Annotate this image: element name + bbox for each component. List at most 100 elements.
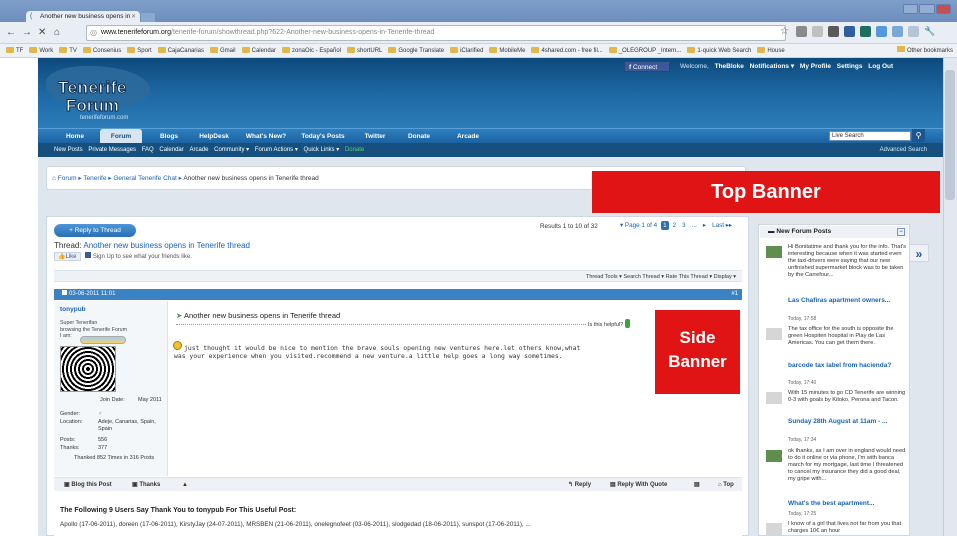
thanks-user-list[interactable]: Apollo (17-06-2011), doreen (17-06-2011)… (60, 521, 730, 529)
home-icon[interactable]: ⌂ (54, 27, 60, 39)
subnav-private-messages[interactable]: Private Messages (88, 147, 136, 153)
nav-donate[interactable]: Donate (400, 129, 438, 144)
bookmark-item[interactable]: Calendar (241, 44, 276, 57)
page-of-dropdown[interactable]: ▾ Page 1 of 4 (618, 221, 659, 230)
search-icon[interactable]: ⚲ (912, 129, 925, 142)
bookmark-item[interactable]: TF (6, 44, 23, 57)
other-bookmarks[interactable]: Other bookmarks (896, 44, 953, 58)
bookmark-item[interactable]: MobileMe (489, 44, 525, 57)
sidebar-post[interactable]: With 15 minutes to go CD Tenerife are wi… (762, 390, 908, 426)
nav-arcade[interactable]: Arcade (448, 129, 488, 144)
sidebar-post[interactable]: Hi Bonitatime and thank you for the info… (762, 244, 908, 304)
bookmark-item[interactable]: 1-quick Web Search (687, 44, 751, 57)
sidebar-post[interactable]: I know of a girl that lives not far from… (762, 521, 908, 536)
bookmark-item[interactable]: CajaCanarias (157, 44, 204, 57)
logout-link[interactable]: Log Out (868, 63, 893, 70)
page-3[interactable]: 3 (680, 221, 688, 230)
thread-tools-bar[interactable]: Thread Tools ▾ Search Thread ▾ Rate This… (54, 270, 742, 282)
nav-forum[interactable]: Forum (100, 129, 142, 144)
extension-icon[interactable] (828, 26, 839, 37)
nav-helpdesk[interactable]: HelpDesk (192, 129, 236, 144)
bookmark-star-icon[interactable]: ☆ (780, 26, 791, 37)
extension-icon[interactable] (844, 26, 855, 37)
forward-icon[interactable]: → (22, 27, 32, 39)
minimize-button[interactable] (903, 4, 919, 14)
sidebar-post-title[interactable]: barcode tax label from hacienda? (788, 362, 906, 370)
thread-title-link[interactable]: Another new business opens in Tenerife t… (83, 241, 250, 250)
home-icon[interactable]: ⌂ (52, 175, 56, 182)
advanced-search-link[interactable]: Advanced Search (880, 143, 927, 157)
nav-todays-posts[interactable]: Today's Posts (294, 129, 352, 144)
avatar[interactable] (60, 346, 116, 392)
bookmark-item[interactable]: iClarified (450, 44, 483, 57)
facebook-connect-button[interactable]: f Connect (624, 61, 670, 72)
bookmark-item[interactable]: House (757, 44, 785, 57)
collapse-icon[interactable]: − (897, 228, 905, 236)
top-button[interactable]: ⌂ Top (718, 478, 734, 492)
extension-icon[interactable] (876, 26, 887, 37)
signup-text[interactable]: Sign Up to see what your friends like. (93, 254, 192, 260)
sidebar-post-title[interactable]: Sunday 28th August at 11am - ... (788, 418, 906, 426)
scrollbar-thumb[interactable] (945, 70, 955, 200)
side-banner-ad[interactable]: Side Banner (655, 310, 740, 394)
notifications-menu[interactable]: Notifications ▾ (750, 63, 794, 70)
back-icon[interactable]: ← (6, 27, 16, 39)
subnav-faq[interactable]: FAQ (142, 147, 154, 153)
username-link[interactable]: TheBloke (715, 63, 744, 70)
settings-link[interactable]: Settings (837, 63, 863, 70)
next-page[interactable]: ▸ (701, 221, 708, 230)
subnav-donate[interactable]: Donate (345, 147, 364, 153)
bookmark-item[interactable]: Sport (127, 44, 152, 57)
reply-to-thread-button[interactable]: + Reply to Thread (54, 224, 136, 237)
nav-blogs[interactable]: Blogs (150, 129, 188, 144)
bookmark-item[interactable]: zonaOic - Español (282, 44, 341, 57)
like-button[interactable]: 👍Like (54, 252, 81, 261)
sidebar-post[interactable]: The tax office for the south is opposite… (762, 326, 908, 370)
extension-icon[interactable] (796, 26, 807, 37)
my-profile-link[interactable]: My Profile (800, 63, 831, 70)
extension-icon[interactable] (860, 26, 871, 37)
last-page[interactable]: Last ▸▸ (710, 221, 734, 230)
breadcrumb-general-chat[interactable]: General Tenerife Chat (113, 175, 176, 182)
bookmark-item[interactable]: Work (29, 44, 53, 57)
thumb-up-icon[interactable] (624, 319, 630, 328)
site-logo[interactable]: Tenerife Forum tenerifeforum.com (44, 62, 154, 124)
sidebar-post-title[interactable]: What's the best apartment... (788, 500, 906, 508)
page-2[interactable]: 2 (671, 221, 679, 230)
extension-icon[interactable] (812, 26, 823, 37)
reply-button[interactable]: ↰ Reply (568, 478, 591, 492)
page-1[interactable]: 1 (661, 221, 669, 230)
subnav-calendar[interactable]: Calendar (159, 147, 183, 153)
stop-icon[interactable]: ✕ (38, 27, 46, 39)
multi-quote-icon[interactable]: ▤ (694, 478, 700, 492)
nav-home[interactable]: Home (58, 129, 92, 144)
wrench-icon[interactable]: 🔧 (924, 26, 935, 37)
subnav-arcade[interactable]: Arcade (189, 147, 208, 153)
close-tab-icon[interactable]: ✕ (131, 13, 136, 20)
top-banner-ad[interactable]: Top Banner (592, 171, 940, 213)
url-bar[interactable]: ◎ www.tenerifeforum.org/tenerife-forum/sh… (86, 25, 786, 41)
blog-this-post-button[interactable]: ▣ Blog this Post (64, 478, 112, 492)
thanks-button[interactable]: ▣ Thanks (132, 478, 160, 492)
subnav-new-posts[interactable]: New Posts (54, 147, 83, 153)
post-username[interactable]: tonypub (60, 306, 86, 313)
subnav-forum-actions[interactable]: Forum Actions ▾ (255, 147, 298, 153)
maximize-button[interactable] (919, 4, 935, 14)
nav-whats-new[interactable]: What's New? (240, 129, 292, 144)
bookmark-item[interactable]: TV (59, 44, 77, 57)
sidebar-post-title[interactable]: Las Chafiras apartment owners... (788, 297, 906, 305)
live-search-input[interactable]: Live Search (829, 131, 911, 141)
bookmark-item[interactable]: Consenius (82, 44, 121, 57)
close-window-button[interactable] (935, 4, 951, 14)
extension-icon[interactable] (892, 26, 903, 37)
sidebar-toggle-icon[interactable]: » (909, 244, 929, 262)
nav-twitter[interactable]: Twitter (356, 129, 394, 144)
bookmark-item[interactable]: shortURL (347, 44, 382, 57)
breadcrumb-tenerife[interactable]: Tenerife (83, 175, 106, 182)
reply-with-quote-button[interactable]: ▤ Reply With Quote (610, 478, 667, 492)
bookmark-item[interactable]: Gmail (209, 44, 236, 57)
warning-icon[interactable]: ▲ (182, 478, 188, 492)
post-number[interactable]: #1 (731, 289, 738, 300)
subnav-quick-links[interactable]: Quick Links ▾ (304, 147, 340, 153)
sidebar-post[interactable]: ok thanks, as I am over in england would… (762, 448, 908, 507)
